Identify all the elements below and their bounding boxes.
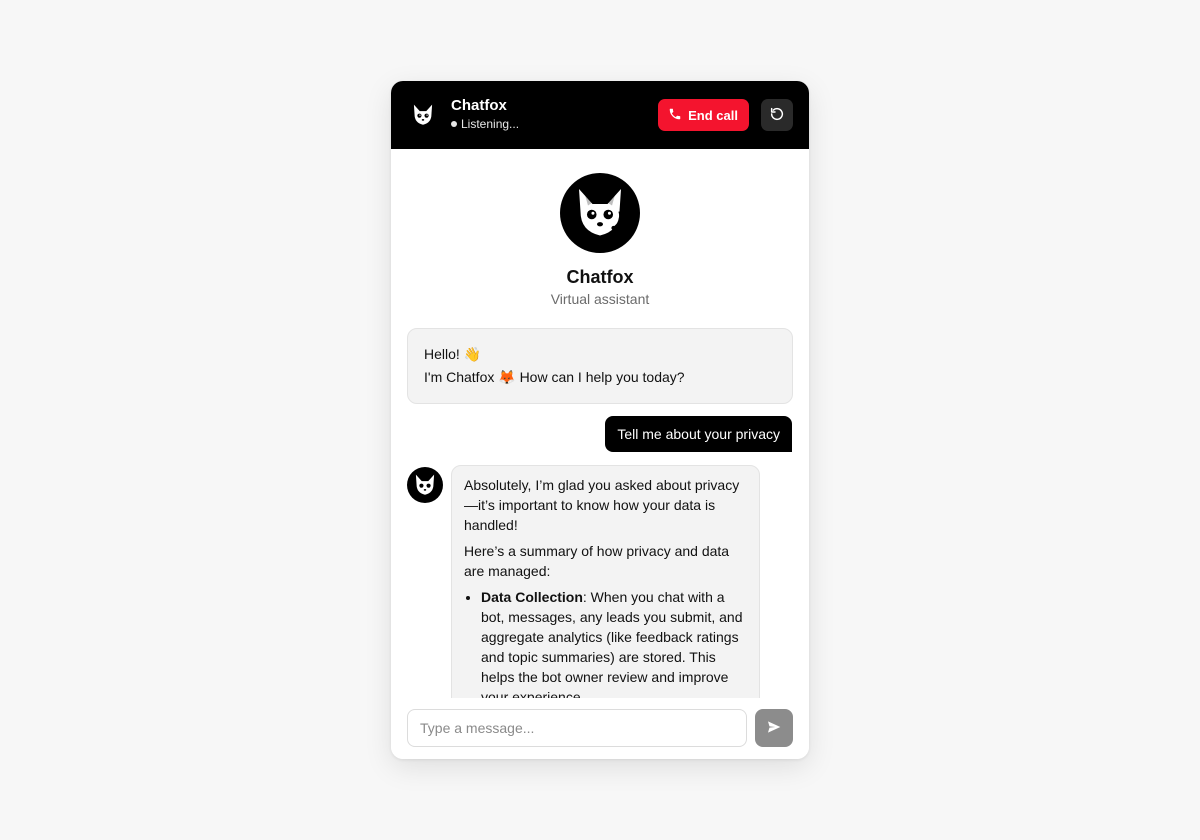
- end-call-button[interactable]: End call: [658, 99, 749, 131]
- fox-mascot-icon: [407, 467, 443, 503]
- phone-icon: [668, 107, 682, 124]
- fox-mascot-icon: [407, 99, 439, 131]
- bot-message: Hello! 👋 I'm Chatfox 🦊 How can I help yo…: [407, 328, 793, 404]
- chat-scroll-area[interactable]: Chatfox Virtual assistant Hello! 👋 I'm C…: [391, 149, 809, 698]
- list-item-text: : When you chat with a bot, messages, an…: [481, 589, 743, 698]
- chat-widget: Chatfox Listening... End call Chatfox Vi…: [391, 81, 809, 759]
- message-line: I'm Chatfox 🦊 How can I help you today?: [424, 369, 685, 385]
- status-dot-icon: [451, 121, 457, 127]
- header-text: Chatfox Listening...: [451, 97, 658, 133]
- status-text: Listening...: [461, 117, 520, 131]
- reset-button[interactable]: [761, 99, 793, 131]
- send-icon: [766, 719, 782, 738]
- message-composer: [391, 698, 809, 759]
- message-paragraph: Absolutely, I’m glad you asked about pri…: [464, 477, 740, 533]
- list-item-heading: Data Collection: [481, 589, 583, 605]
- bot-name: Chatfox: [566, 267, 634, 287]
- refresh-icon: [769, 106, 785, 125]
- bot-subtitle: Virtual assistant: [550, 291, 650, 307]
- header-title: Chatfox: [451, 97, 507, 114]
- fox-mascot-icon: [560, 173, 640, 253]
- chat-header: Chatfox Listening... End call: [391, 81, 809, 149]
- message-line: Hello! 👋: [424, 346, 482, 362]
- message-paragraph: Here’s a summary of how privacy and data…: [464, 543, 730, 579]
- list-item: Data Collection: When you chat with a bo…: [481, 587, 747, 698]
- message-input[interactable]: [407, 709, 747, 747]
- end-call-label: End call: [688, 107, 738, 123]
- status-indicator: Listening...: [451, 115, 658, 133]
- user-message: Tell me about your privacy: [605, 416, 792, 452]
- bot-message: Absolutely, I’m glad you asked about pri…: [451, 465, 760, 698]
- send-button[interactable]: [755, 709, 793, 747]
- message-list: Data Collection: When you chat with a bo…: [481, 587, 747, 698]
- bot-profile: Chatfox Virtual assistant: [391, 173, 809, 309]
